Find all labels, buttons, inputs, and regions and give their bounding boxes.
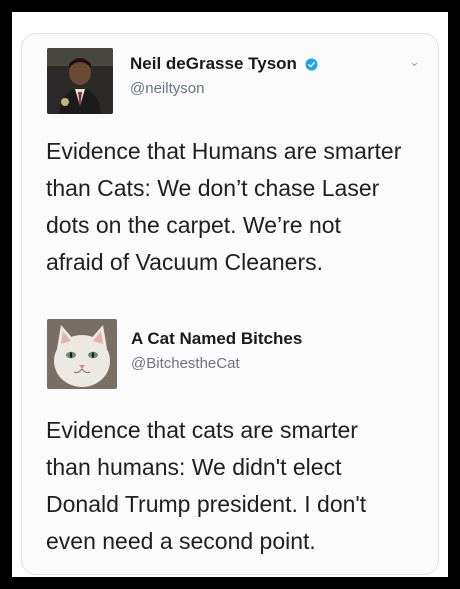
author-name[interactable]: Neil deGrasse Tyson: [130, 54, 297, 74]
author-name[interactable]: A Cat Named Bitches: [131, 329, 302, 349]
tweet-text: Evidence that Humans are smarter than Ca…: [46, 133, 401, 281]
tweet-text-line: than Cats: We don’t chase Laser: [46, 175, 380, 201]
chevron-down-icon[interactable]: ⌄: [409, 54, 420, 70]
tweet-text-line: Donald Trump president. I don't: [46, 491, 367, 517]
tweet-text: Evidence that cats are smarter than huma…: [46, 412, 366, 560]
tweet-card: Neil deGrasse Tyson @neiltyson ⌄ Evidenc…: [22, 34, 438, 574]
tweet-text-line: afraid of Vacuum Cleaners.: [46, 249, 323, 275]
avatar-neil-degrasse-tyson[interactable]: [47, 48, 113, 114]
verified-badge-icon: [305, 58, 318, 71]
tweet-text-line: Evidence that cats are smarter: [46, 417, 358, 443]
tweet-text-line: dots on the carpet. We’re not: [46, 212, 341, 238]
tweet-text-line: Evidence that Humans are smarter: [46, 138, 402, 164]
author-handle[interactable]: @BitchestheCat: [131, 355, 240, 372]
avatar-cat[interactable]: [47, 319, 117, 389]
image-frame: Neil deGrasse Tyson @neiltyson ⌄ Evidenc…: [12, 12, 448, 577]
tweet-text-line: than humans: We didn't elect: [46, 454, 342, 480]
author-handle[interactable]: @neiltyson: [130, 80, 204, 97]
tweet-text-line: even need a second point.: [46, 528, 316, 554]
